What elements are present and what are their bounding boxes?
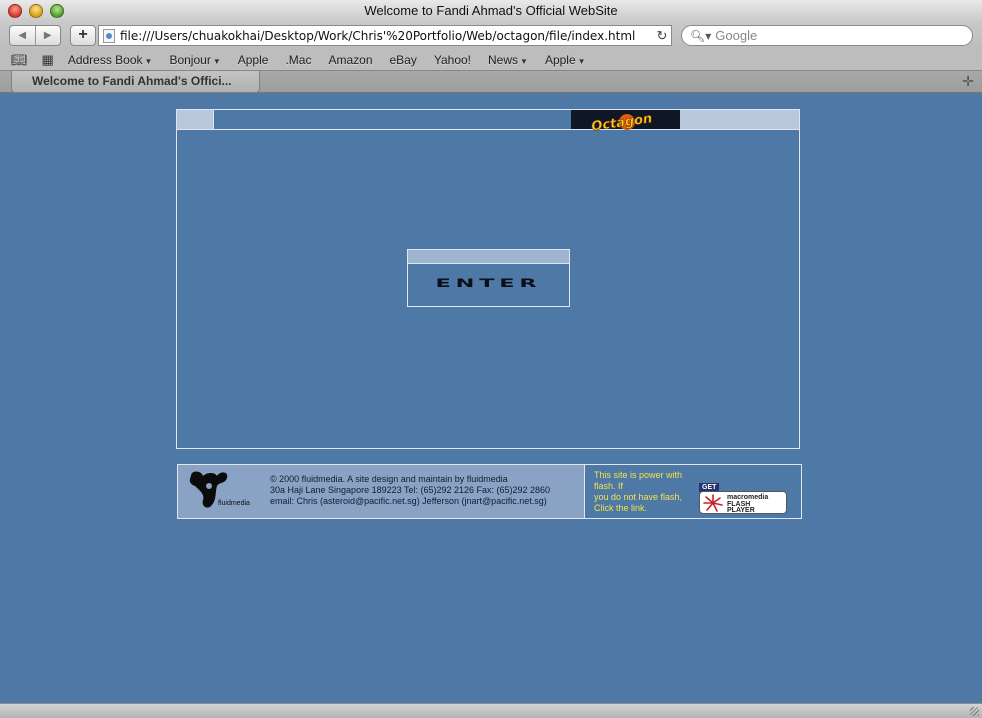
bookmark-yahoo[interactable]: Yahoo! [434,53,471,67]
badge-brand: macromedia [727,494,769,501]
bookmark-amazon[interactable]: Amazon [328,53,372,67]
footer-credits: fluidmedia © 2000 fluidmedia. A site des… [178,465,585,518]
flash-notice-line: This site is power with flash. If [594,470,683,491]
flash-notice-line: you do not have flash, [594,492,683,502]
flash-player-badge: macromedia FLASH PLAYER [699,491,787,514]
flash-notice-text: This site is power with flash. If you do… [594,470,704,514]
search-field[interactable]: 🔍︎▾ [681,25,973,46]
grid-icon[interactable]: ▦ [42,52,54,68]
status-bar [0,703,982,718]
bookmark-mac[interactable]: .Mac [285,53,311,67]
address-line: 30a Haji Lane Singapore 189223 Tel: (65)… [270,485,551,495]
chevron-down-icon: ▼ [520,56,528,66]
page-favicon-icon [103,28,115,43]
fluidmedia-name: fluidmedia [218,500,250,507]
reload-button[interactable]: ↻ [653,28,671,44]
header-panel-left [177,110,214,129]
back-arrow-icon: ◀ [18,30,27,41]
chevron-down-icon: ▼ [577,56,586,66]
reload-icon: ↻ [656,27,668,43]
badge-type: PLAYER [727,507,755,514]
add-bookmark-button[interactable]: + [70,25,96,46]
magnifier-icon[interactable]: 🔍︎▾ [690,29,711,43]
enter-button[interactable]: ENTER [407,249,570,307]
address-bar[interactable]: file:///Users/chuakokhai/Desktop/Work/Ch… [98,25,672,46]
bookmark-ebay[interactable]: eBay [390,53,417,67]
new-tab-icon[interactable]: ✛ [962,73,974,90]
zoom-window-button[interactable] [50,4,64,18]
chevron-down-icon: ▼ [212,56,221,66]
bookmark-apple[interactable]: Apple [238,53,269,67]
bookmark-apple-menu[interactable]: Apple ▼ [545,53,586,67]
flash-burst-icon [703,494,723,512]
frame-header: Octagon [177,110,799,135]
enter-box-strip [408,250,569,264]
back-button[interactable]: ◀ [10,26,35,45]
url-text[interactable]: file:///Users/chuakokhai/Desktop/Work/Ch… [120,29,653,43]
email-line: email: Chris (asteroid@pacific.net.sg) J… [270,496,547,506]
logo-text: Octagon [590,111,653,134]
window-titlebar: Welcome to Fandi Ahmad's Official WebSit… [0,0,982,22]
copyright-line: © 2000 fluidmedia. A site design and mai… [270,474,508,484]
back-forward-control: ◀ ▶ [9,25,61,46]
close-window-button[interactable] [8,4,22,18]
flash-notice-line: Click the link. [594,503,648,513]
flash-notice-panel: This site is power with flash. If you do… [585,465,801,518]
get-flash-player-link[interactable]: GET macromedia FLASH PLAYER [699,483,788,515]
bookmark-address-book[interactable]: Address Book ▼ [68,53,153,67]
resize-grip-icon[interactable] [970,707,979,716]
header-panel-right [680,110,799,129]
forward-button[interactable]: ▶ [34,26,61,45]
footer-text: © 2000 fluidmedia. A site design and mai… [270,474,550,507]
main-frame: Octagon ENTER [176,109,800,449]
bookmark-bonjour[interactable]: Bonjour ▼ [169,53,220,67]
chevron-down-icon: ▼ [144,56,153,66]
bookmark-news[interactable]: News ▼ [488,53,528,67]
site-footer: fluidmedia © 2000 fluidmedia. A site des… [177,464,802,519]
bookmarks-bar: 📖︎ ▦ Address Book ▼ Bonjour ▼ Apple .Mac A… [0,49,982,70]
tab-bar: Welcome to Fandi Ahmad's Offici... ✛ [0,70,982,93]
forward-arrow-icon: ▶ [43,30,52,41]
octagon-logo-graphic: Octagon [590,111,653,135]
browser-toolbar: ◀ ▶ + file:///Users/chuakokhai/Desktop/W… [0,22,982,49]
window-title: Welcome to Fandi Ahmad's Official WebSit… [364,3,618,18]
search-input[interactable] [715,28,956,43]
octagon-logo: Octagon [571,110,680,135]
open-book-icon[interactable]: 📖︎ [11,52,28,68]
tab-current[interactable]: Welcome to Fandi Ahmad's Offici... [11,71,260,93]
minimize-window-button[interactable] [29,4,43,18]
enter-label: ENTER [435,277,542,291]
